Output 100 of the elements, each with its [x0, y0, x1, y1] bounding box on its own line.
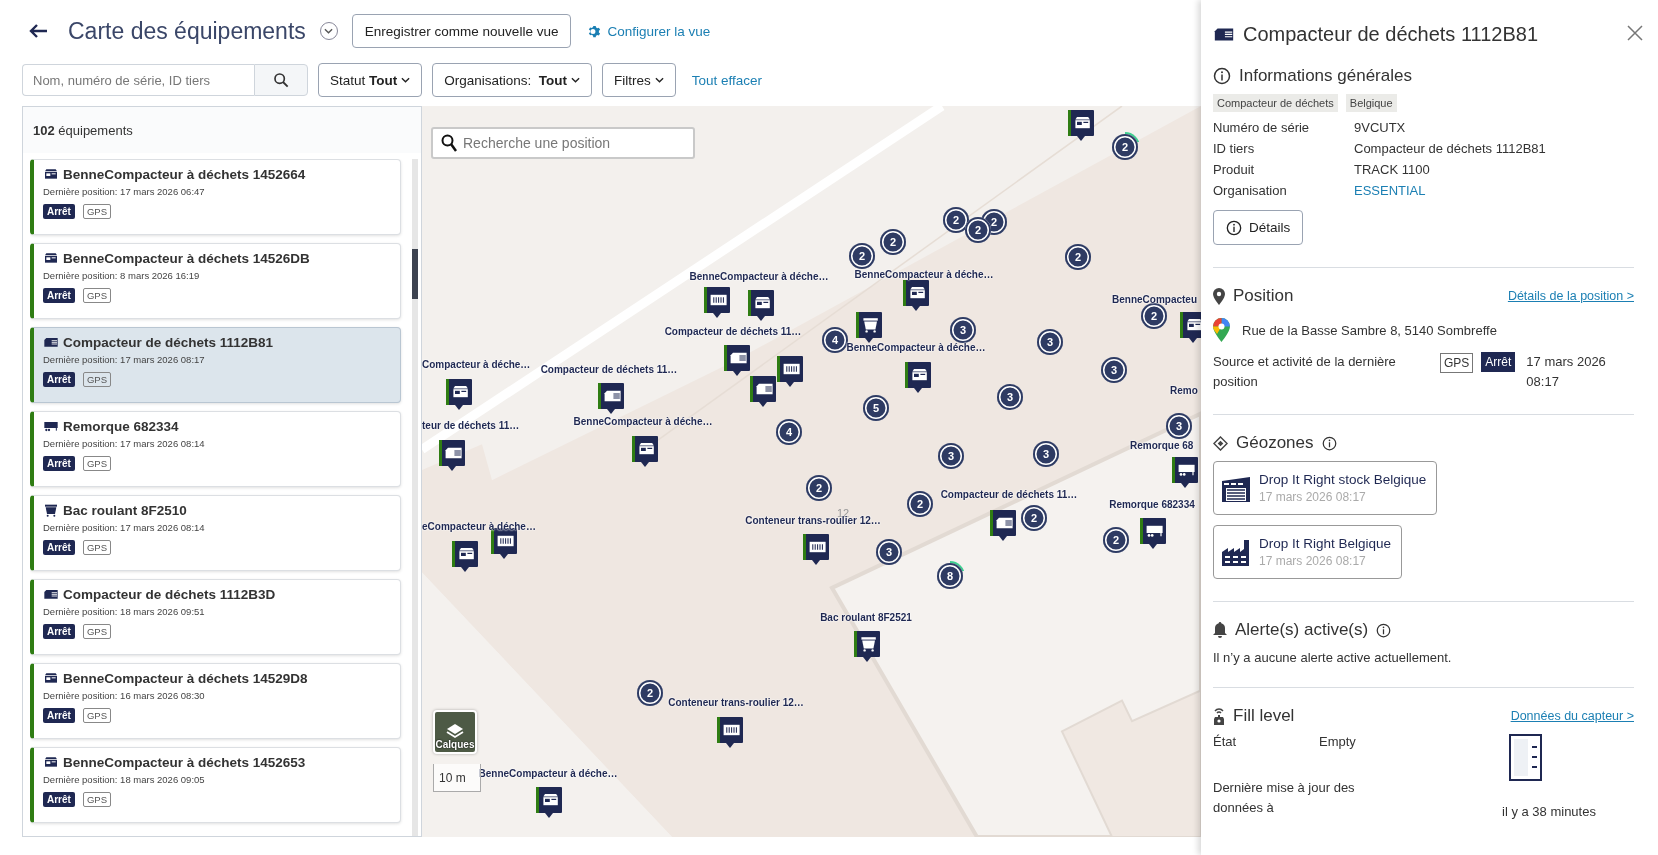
marker-label: teur de déchets 11… — [422, 419, 520, 431]
map-marker[interactable] — [748, 290, 774, 322]
map-marker[interactable] — [777, 356, 803, 388]
equipment-name: Remorque 682334 — [63, 418, 179, 434]
map-marker[interactable] — [704, 287, 730, 319]
view-dropdown-button[interactable] — [319, 22, 338, 40]
details-button[interactable]: Détails — [1213, 210, 1304, 245]
map-marker[interactable] — [491, 528, 517, 560]
map-marker[interactable] — [750, 376, 776, 408]
clear-all-link[interactable]: Tout effacer — [691, 72, 763, 88]
equipment-card[interactable]: BenneCompacteur à déchets 14526DB Dernière position: 8 mars 2026 16:19 Arrêt GPS — [30, 243, 401, 319]
map-marker[interactable] — [452, 541, 478, 573]
marker-label: Compacteur de déchets 11… — [664, 325, 802, 337]
close-button[interactable] — [1626, 25, 1644, 43]
cluster-marker[interactable]: 3 — [1164, 411, 1194, 441]
field-label: Produit — [1213, 162, 1256, 177]
dumpster-icon — [43, 670, 59, 686]
geozone-card[interactable]: Drop It Right Belgique 17 mars 2026 08:17 — [1213, 525, 1403, 579]
map-marker[interactable] — [1180, 312, 1201, 344]
cluster-marker[interactable]: 3 — [1031, 439, 1061, 469]
section-heading: Alerte(s) active(s) — [1235, 620, 1369, 640]
equipment-card[interactable]: BenneCompacteur à déchets 1452664 Dernière position: 17 mars 2026 06:47 Arrêt GPS — [30, 159, 401, 235]
tag: Compacteur de déchets — [1213, 94, 1338, 112]
geozone-card[interactable]: Drop It Right stock Belgique 17 mars 2026 08:17 — [1213, 461, 1438, 515]
cluster-marker[interactable]: 2 — [804, 473, 834, 503]
cluster-marker[interactable]: 3 — [995, 382, 1025, 412]
equipment-card[interactable]: Compacteur de déchets 1112B3D Dernière position: 18 mars 2026 09:51 Arrêt GPS — [30, 579, 401, 655]
equipment-card[interactable]: Bac roulant 8F2510 Dernière position: 17 mars 2026 08:14 Arrêt GPS — [30, 495, 401, 571]
map-marker[interactable] — [803, 534, 829, 566]
map-marker[interactable] — [536, 787, 562, 819]
filter-dropdown[interactable]: Organisations: Tout — [432, 63, 593, 97]
equipment-card[interactable]: Compacteur de déchets 1112B81 Dernière position: 17 mars 2026 08:17 Arrêt GPS — [30, 327, 401, 403]
position-details-link[interactable]: Détails de la position > — [1507, 289, 1634, 303]
map-marker[interactable] — [903, 280, 929, 312]
equipment-card[interactable]: BenneCompacteur à déchets 1452653 Dernière position: 18 mars 2026 09:05 Arrêt GPS — [30, 747, 401, 823]
cluster-marker[interactable]: 3 — [874, 537, 904, 567]
dumpster-icon — [43, 250, 59, 266]
cluster-marker[interactable]: 2 — [905, 489, 935, 519]
map-marker[interactable] — [1172, 457, 1198, 489]
status-badge: Arrêt — [43, 288, 75, 303]
dumpster-icon — [43, 754, 59, 770]
scrollbar[interactable] — [412, 159, 418, 836]
back-arrow-icon[interactable] — [28, 23, 48, 39]
position-search-field[interactable]: Recherche une position — [431, 127, 695, 159]
caret-icon — [401, 77, 411, 83]
map-marker[interactable] — [905, 362, 931, 394]
cluster-marker[interactable]: 2 — [1019, 503, 1049, 533]
search-button[interactable] — [254, 64, 308, 96]
map-marker[interactable] — [854, 631, 880, 663]
field-value: 9VCUTX — [1354, 120, 1407, 135]
cluster-marker[interactable]: 3 — [1099, 355, 1129, 385]
source-badge: GPS — [82, 372, 111, 387]
map-marker[interactable] — [598, 383, 624, 415]
last-position: Dernière position: 17 mars 2026 08:14 — [43, 522, 206, 533]
cluster-marker[interactable]: 2 — [847, 241, 877, 271]
map-marker[interactable] — [856, 312, 882, 344]
cluster-marker[interactable]: 8 — [935, 561, 965, 591]
field-label: Dernière mise à jour des données à — [1213, 779, 1356, 817]
filter-dropdown[interactable]: Statut Tout — [318, 63, 423, 97]
layers-icon — [446, 723, 464, 739]
last-position: Dernière position: 17 mars 2026 08:14 — [43, 438, 206, 449]
search-icon — [273, 72, 289, 88]
info-icon — [1321, 435, 1337, 451]
cluster-marker[interactable]: 2 — [635, 678, 665, 708]
layers-button[interactable]: Calques — [433, 710, 477, 754]
cluster-marker[interactable]: 4 — [774, 417, 804, 447]
map-marker[interactable] — [446, 379, 472, 411]
marker-label: Compacteur de déchets 11… — [940, 488, 1078, 500]
cluster-marker[interactable]: 3 — [1035, 327, 1065, 357]
cluster-marker[interactable]: 2 — [1101, 525, 1131, 555]
field-value: il y a 38 minutes — [1502, 803, 1597, 821]
search-field[interactable]: Nom, numéro de série, ID tiers — [22, 64, 254, 96]
panel-title: Compacteur de déchets 1112B81 — [1243, 22, 1539, 46]
cluster-marker[interactable]: 3 — [936, 441, 966, 471]
marker-label: Remorque 682334 — [1109, 498, 1195, 510]
search-icon — [441, 134, 457, 152]
status-badge: Arrêt — [43, 624, 75, 639]
save-view-button[interactable]: Enregistrer comme nouvelle vue — [351, 14, 572, 48]
map-marker[interactable] — [990, 510, 1016, 542]
configure-view-link[interactable]: Configurer la vue — [587, 23, 711, 39]
map-marker[interactable] — [724, 345, 750, 377]
map-marker[interactable] — [632, 436, 658, 468]
section-heading: Position — [1233, 286, 1294, 306]
map-marker[interactable] — [439, 440, 465, 472]
organisation-link[interactable]: ESSENTIAL — [1354, 183, 1426, 198]
cluster-marker[interactable]: 2 — [878, 227, 908, 257]
page-title: Carte des équipements — [68, 17, 306, 45]
equipment-card[interactable]: Remorque 682334 Dernière position: 17 mars 2026 08:14 Arrêt GPS — [30, 411, 401, 487]
map-marker[interactable] — [1068, 110, 1094, 142]
equipment-card[interactable]: BenneCompacteur à déchets 14529D8 Dernière position: 16 mars 2026 08:30 Arrêt GPS — [30, 663, 401, 739]
map-marker[interactable] — [717, 717, 743, 749]
map-marker[interactable] — [1140, 518, 1166, 550]
cluster-marker[interactable]: 2 — [1110, 132, 1140, 162]
sensor-data-link[interactable]: Données du capteur > — [1510, 709, 1634, 723]
equipment-name: BenneCompacteur à déchets 14526DB — [63, 250, 310, 266]
cluster-marker[interactable]: 2 — [1063, 242, 1093, 272]
cluster-marker[interactable]: 5 — [861, 393, 891, 423]
filter-dropdown[interactable]: Filtres — [602, 63, 676, 97]
info-icon — [1226, 219, 1242, 236]
last-position: Dernière position: 17 mars 2026 08:17 — [43, 354, 206, 365]
